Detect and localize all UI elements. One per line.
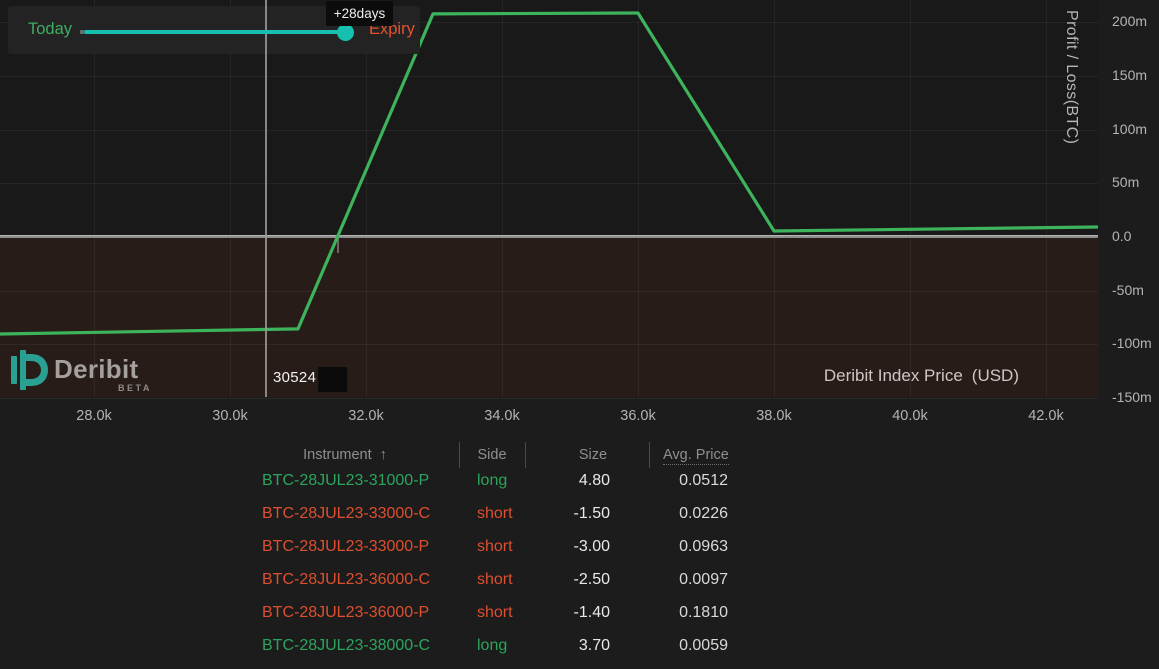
instrument-cell: BTC-28JUL23-33000-P	[262, 537, 472, 557]
slider-days-tooltip: +28days	[326, 1, 393, 26]
beta-badge: BETA	[118, 383, 152, 393]
gridline	[638, 0, 639, 397]
current-price-line	[265, 0, 267, 397]
gridline	[1046, 0, 1047, 397]
deribit-logo: Deribit BETA	[10, 350, 52, 395]
column-header-side[interactable]: Side	[459, 447, 525, 463]
current-price-label: 30524	[273, 369, 316, 386]
slider-today-label[interactable]: Today	[28, 20, 72, 39]
x-tick-label: 36.0k	[606, 408, 670, 424]
avg-price-cell: 0.0512	[616, 471, 728, 491]
gridline	[910, 0, 911, 397]
size-cell: 4.80	[500, 471, 610, 491]
pnl-chart[interactable]: 30524 Today Expiry +28days Deribit BETA …	[0, 0, 1098, 397]
x-tick-label: 34.0k	[470, 408, 534, 424]
gridline	[774, 0, 775, 397]
x-tick-label: 28.0k	[62, 408, 126, 424]
instrument-cell: BTC-28JUL23-31000-P	[262, 471, 472, 491]
column-divider	[649, 442, 650, 468]
gridline	[94, 0, 95, 397]
size-cell: -1.40	[500, 603, 610, 623]
x-tick-label: 32.0k	[334, 408, 398, 424]
size-cell: -3.00	[500, 537, 610, 557]
size-cell: -1.50	[500, 504, 610, 524]
x-axis-title: Deribit Index Price(USD)	[824, 366, 1019, 386]
y-tick-label: 150m	[1112, 67, 1147, 83]
column-header-avg-price[interactable]: Avg. Price	[663, 447, 729, 463]
x-tick-label: 30.0k	[198, 408, 262, 424]
y-tick-label: 0.0	[1112, 228, 1131, 244]
deribit-wordmark: Deribit	[54, 354, 138, 385]
sort-ascending-icon[interactable]: ↑	[380, 447, 387, 463]
instrument-cell: BTC-28JUL23-33000-C	[262, 504, 472, 524]
y-tick-label: -50m	[1112, 282, 1144, 298]
column-header-instrument[interactable]: Instrument↑	[270, 447, 420, 463]
gridline	[502, 0, 503, 397]
gridline	[0, 130, 1098, 131]
y-axis-title: Profit / Loss(BTC)	[1062, 10, 1080, 230]
x-tick-label: 42.0k	[1014, 408, 1078, 424]
positions-table: Instrument↑ Side Size Avg. Price BTC-28J…	[0, 435, 1159, 669]
x-tick-label: 40.0k	[878, 408, 942, 424]
position-builder-app: 30524 Today Expiry +28days Deribit BETA …	[0, 0, 1159, 669]
column-header-size[interactable]: Size	[531, 447, 655, 463]
y-tick-label: 50m	[1112, 174, 1139, 190]
instrument-cell: BTC-28JUL23-38000-C	[262, 636, 472, 656]
x-tick-label: 38.0k	[742, 408, 806, 424]
gridline	[0, 344, 1098, 345]
instrument-cell: BTC-28JUL23-36000-C	[262, 570, 472, 590]
y-tick-label: 100m	[1112, 121, 1147, 137]
size-cell: 3.70	[500, 636, 610, 656]
instrument-cell: BTC-28JUL23-36000-P	[262, 603, 472, 623]
avg-price-cell: 0.0226	[616, 504, 728, 524]
deribit-logo-icon	[10, 350, 52, 390]
gridline	[0, 291, 1098, 292]
gridline	[0, 398, 1098, 399]
date-slider-handle[interactable]	[337, 24, 354, 41]
column-divider	[525, 442, 526, 468]
avg-price-cell: 0.1810	[616, 603, 728, 623]
gridline	[0, 76, 1098, 77]
avg-price-cell: 0.0097	[616, 570, 728, 590]
gridline	[230, 0, 231, 397]
y-tick-label: 200m	[1112, 13, 1147, 29]
y-tick-label: -100m	[1112, 335, 1152, 351]
zero-pnl-line	[0, 235, 1098, 238]
avg-price-cell: 0.0963	[616, 537, 728, 557]
gridline	[0, 183, 1098, 184]
breakeven-tick	[337, 238, 339, 253]
avg-price-cell: 0.0059	[616, 636, 728, 656]
date-slider-track[interactable]	[84, 30, 346, 34]
y-tick-label: -150m	[1112, 389, 1152, 405]
price-label-box	[318, 367, 347, 392]
size-cell: -2.50	[500, 570, 610, 590]
gridline	[366, 0, 367, 397]
